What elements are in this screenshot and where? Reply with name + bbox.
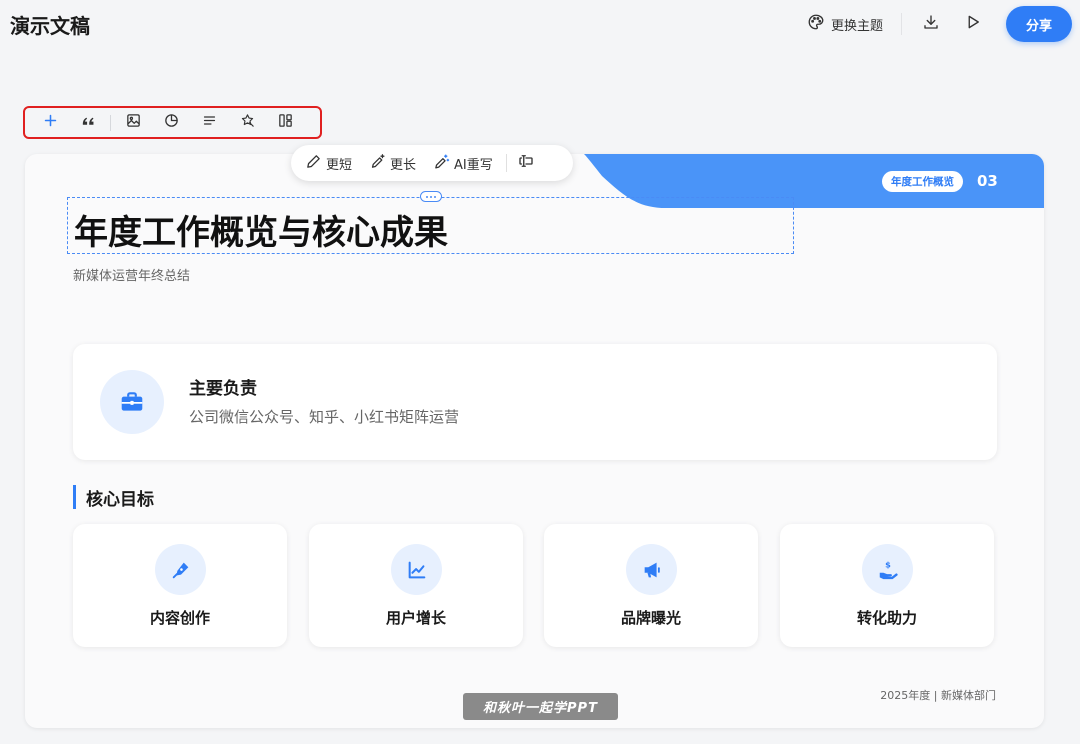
watermark: 和秋叶一起学PPT <box>463 693 618 720</box>
responsibility-card[interactable]: 主要负责 公司微信公众号、知乎、小红书矩阵运营 <box>73 344 997 460</box>
megaphone-icon <box>626 544 677 595</box>
magic-pen-icon <box>433 153 450 174</box>
goal-card-brand[interactable]: 品牌曝光 <box>544 524 758 647</box>
text-cursor-icon <box>517 155 535 174</box>
longer-button[interactable]: 更长 <box>369 153 416 174</box>
longer-label: 更长 <box>390 157 417 173</box>
change-theme-button[interactable]: 更换主题 <box>797 8 893 40</box>
quote-icon <box>80 112 97 133</box>
quote-button[interactable] <box>69 109 107 137</box>
responsibility-description: 公司微信公众号、知乎、小红书矩阵运营 <box>189 408 460 426</box>
ai-toolbar-divider <box>505 154 507 172</box>
text-edit-button[interactable] <box>517 152 535 174</box>
slide-tag: 年度工作概览 <box>882 171 963 192</box>
share-button[interactable]: 分享 <box>1006 6 1072 42</box>
goal-card-growth[interactable]: 用户增长 <box>309 524 523 647</box>
download-button[interactable] <box>915 8 947 40</box>
line-chart-icon <box>391 544 442 595</box>
chart-icon <box>163 112 180 133</box>
goal-label: 转化助力 <box>856 609 917 627</box>
briefcase-icon <box>100 370 164 434</box>
header-divider <box>901 13 902 35</box>
pen-icon <box>155 544 206 595</box>
ai-text-toolbar: 更短 更长 AI重写 <box>291 145 573 181</box>
svg-text:$: $ <box>885 559 891 569</box>
goal-label: 内容创作 <box>149 609 210 627</box>
header-actions: 更换主题 分享 <box>797 6 1072 42</box>
download-icon <box>922 13 940 35</box>
text-align-icon <box>201 112 218 133</box>
magic-button[interactable] <box>228 109 266 137</box>
magic-wand-icon <box>239 112 256 133</box>
toolbar-divider <box>110 114 111 131</box>
ai-rewrite-label: AI重写 <box>454 157 493 173</box>
insert-toolbar <box>23 106 322 139</box>
play-button[interactable] <box>957 8 989 40</box>
section-title: 核心目标 <box>73 485 154 510</box>
title-textbox[interactable]: 年度工作概览与核心成果 <box>67 191 794 254</box>
slide-title[interactable]: 年度工作概览与核心成果 <box>74 205 448 254</box>
goal-label: 品牌曝光 <box>620 609 681 627</box>
slide-number: 03 <box>977 172 998 190</box>
goal-card-content[interactable]: 内容创作 <box>73 524 287 647</box>
ai-rewrite-button[interactable]: AI重写 <box>433 153 493 174</box>
hand-coin-icon: $ <box>862 544 913 595</box>
responsibility-heading: 主要负责 <box>189 379 257 399</box>
add-icon <box>42 112 59 133</box>
sparkle-pen-icon <box>369 153 386 174</box>
app-title: 演示文稿 <box>10 14 90 38</box>
pen-icon <box>305 153 322 174</box>
insert-chart-button[interactable] <box>152 109 190 137</box>
insert-image-button[interactable] <box>114 109 152 137</box>
goal-card-conversion[interactable]: $ 转化助力 <box>780 524 994 647</box>
play-icon <box>964 13 982 35</box>
slide-canvas[interactable]: 年度工作概览 03 年度工作概览与核心成果 新媒体运营年终总结 主要负责 公司微… <box>25 154 1044 728</box>
shorter-label: 更短 <box>326 157 353 173</box>
image-icon <box>125 112 142 133</box>
drag-handle[interactable] <box>420 191 442 202</box>
text-align-button[interactable] <box>190 109 228 137</box>
layout-button[interactable] <box>266 109 304 137</box>
slide-subtitle[interactable]: 新媒体运营年终总结 <box>73 265 190 284</box>
change-theme-label: 更换主题 <box>830 18 883 34</box>
shorter-button[interactable]: 更短 <box>305 153 352 174</box>
layout-icon <box>277 112 294 133</box>
goal-label: 用户增长 <box>385 609 446 627</box>
palette-icon <box>807 13 825 35</box>
slide-footer: 2025年度 | 新媒体部门 <box>880 689 996 702</box>
add-button[interactable] <box>31 109 69 137</box>
